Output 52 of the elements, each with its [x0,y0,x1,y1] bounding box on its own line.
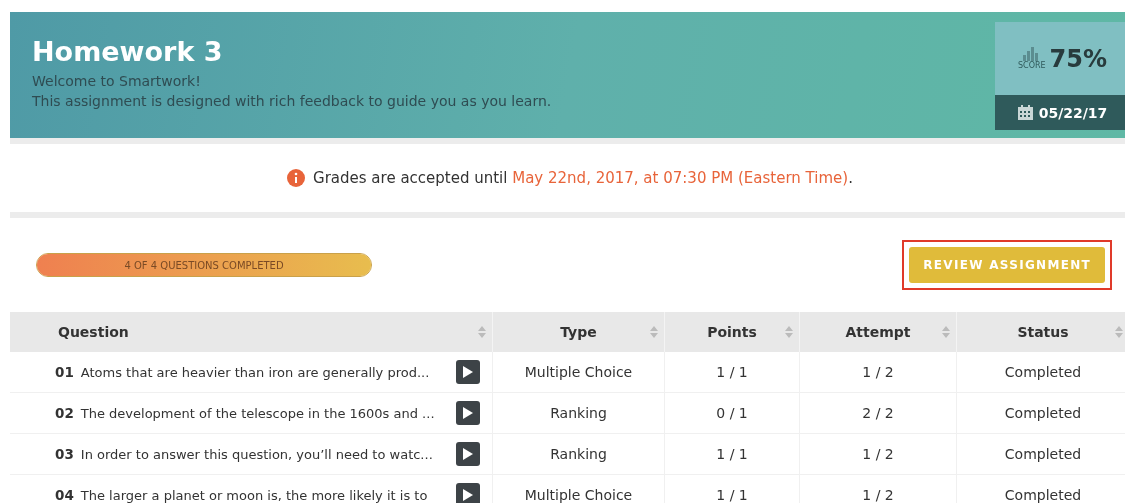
score-value: 75% [1049,44,1107,73]
play-button[interactable] [455,360,480,384]
table-cell: 1 / 1 [665,352,800,393]
play-icon [462,448,473,460]
table-cell: Completed [957,434,1125,475]
play-icon [462,407,473,419]
question-number: 04 [55,487,74,503]
column-header[interactable]: Question [10,312,493,352]
table-cell: Completed [957,352,1125,393]
table-cell: 1 / 1 [665,434,800,475]
table-cell: 1 / 2 [800,352,957,393]
question-number: 01 [55,364,74,380]
column-header[interactable]: Status [957,312,1125,352]
sort-icon[interactable] [785,326,793,338]
table-cell: 1 / 2 [800,434,957,475]
column-header[interactable]: Attempt [800,312,957,352]
question-text[interactable]: The larger a planet or moon is, the more likely it is to [80,487,441,503]
play-button[interactable] [455,483,480,503]
table-cell: Ranking [493,393,665,434]
table-cell: 0 / 1 [665,393,800,434]
table-cell: 1 / 2 [800,475,957,503]
play-icon [462,366,473,378]
assignment-title: Homework 3 [32,36,224,67]
table-cell: 1 / 1 [665,475,800,503]
deadline-notice: Grades are accepted until May 22nd, 2017, at 07:30 PM (Eastern Time). [313,169,853,187]
play-icon [462,489,473,501]
play-button[interactable] [455,442,480,466]
question-text[interactable]: The development of the telescope in the 1600s and ... [80,405,441,421]
question-text[interactable]: Atoms that are heavier than iron are generally prod... [80,364,441,380]
question-text[interactable]: In order to answer this question, you’ll need to watc... [80,446,441,462]
calendar-icon [1017,105,1033,120]
table-cell: Ranking [493,434,665,475]
progress-label: 4 OF 4 QUESTIONS COMPLETED [123,258,285,273]
sort-icon[interactable] [478,326,486,338]
table-cell: Completed [957,475,1125,503]
column-header[interactable]: Type [493,312,665,352]
assignment-description: This assignment is designed with rich feedback to guide you as you learn. [32,92,552,111]
column-header[interactable]: Points [665,312,800,352]
play-button[interactable] [455,401,480,425]
table-cell: 2 / 2 [800,393,957,434]
sort-icon[interactable] [650,326,658,338]
sort-icon[interactable] [942,326,950,338]
score-label: SCORE [1018,61,1046,70]
sort-icon[interactable] [1115,326,1123,338]
question-number: 02 [55,405,74,421]
welcome-text: Welcome to Smartwork! [32,72,202,91]
question-number: 03 [55,446,74,462]
table-cell: Multiple Choice [493,475,665,503]
due-date: 05/22/17 [1038,104,1108,121]
info-icon [287,169,306,187]
table-cell: Completed [957,393,1125,434]
table-cell: Multiple Choice [493,352,665,393]
